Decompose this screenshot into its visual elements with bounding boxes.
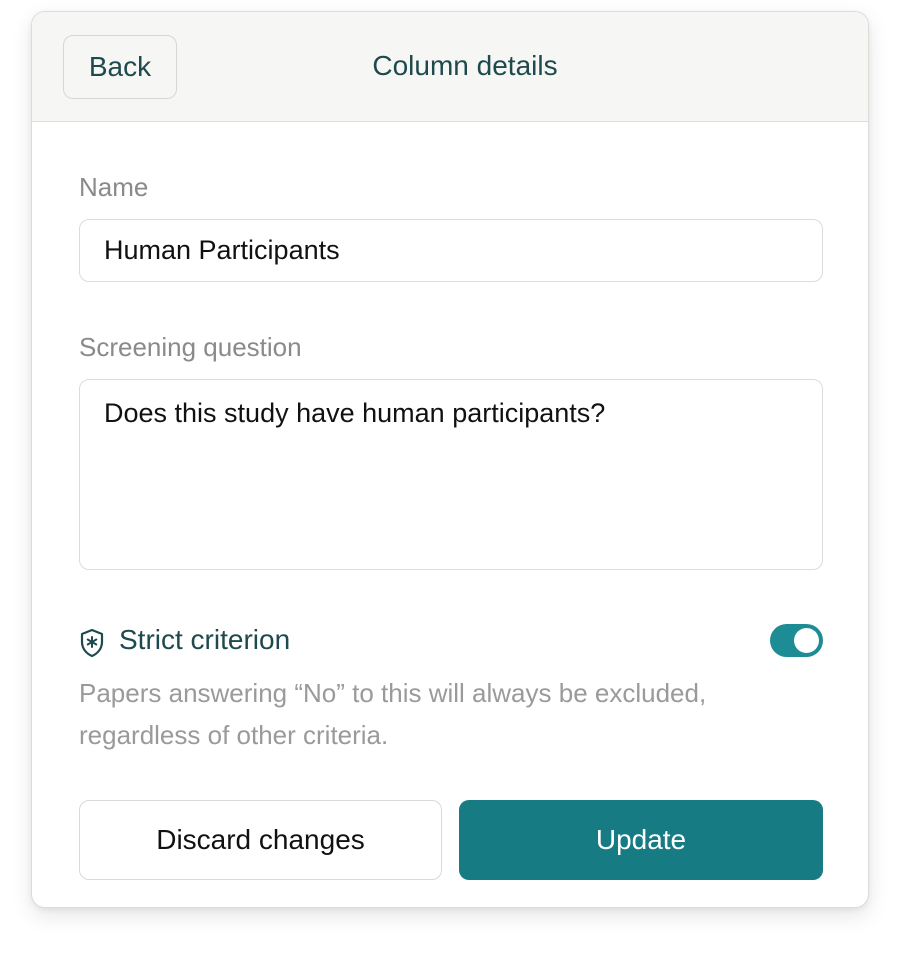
- toggle-knob: [794, 628, 819, 653]
- discard-changes-button[interactable]: Discard changes: [79, 800, 442, 880]
- strict-criterion-description: Papers answering “No” to this will alway…: [79, 678, 707, 750]
- shield-star-icon: [80, 628, 104, 658]
- panel-header: Back Column details: [32, 12, 868, 122]
- screening-question-textarea[interactable]: Does this study have human participants?: [79, 379, 823, 570]
- strict-criterion-row: Strict criterion: [79, 622, 823, 662]
- screening-question-label: Screening question: [79, 332, 302, 362]
- name-input[interactable]: Human Participants: [79, 219, 823, 282]
- update-button[interactable]: Update: [459, 800, 823, 880]
- strict-criterion-label: Strict criterion: [119, 624, 291, 655]
- column-details-panel: Back Column details Name Human Participa…: [31, 11, 869, 908]
- strict-criterion-toggle[interactable]: [770, 624, 823, 657]
- page-title: Column details: [372, 50, 558, 81]
- name-label: Name: [79, 172, 149, 202]
